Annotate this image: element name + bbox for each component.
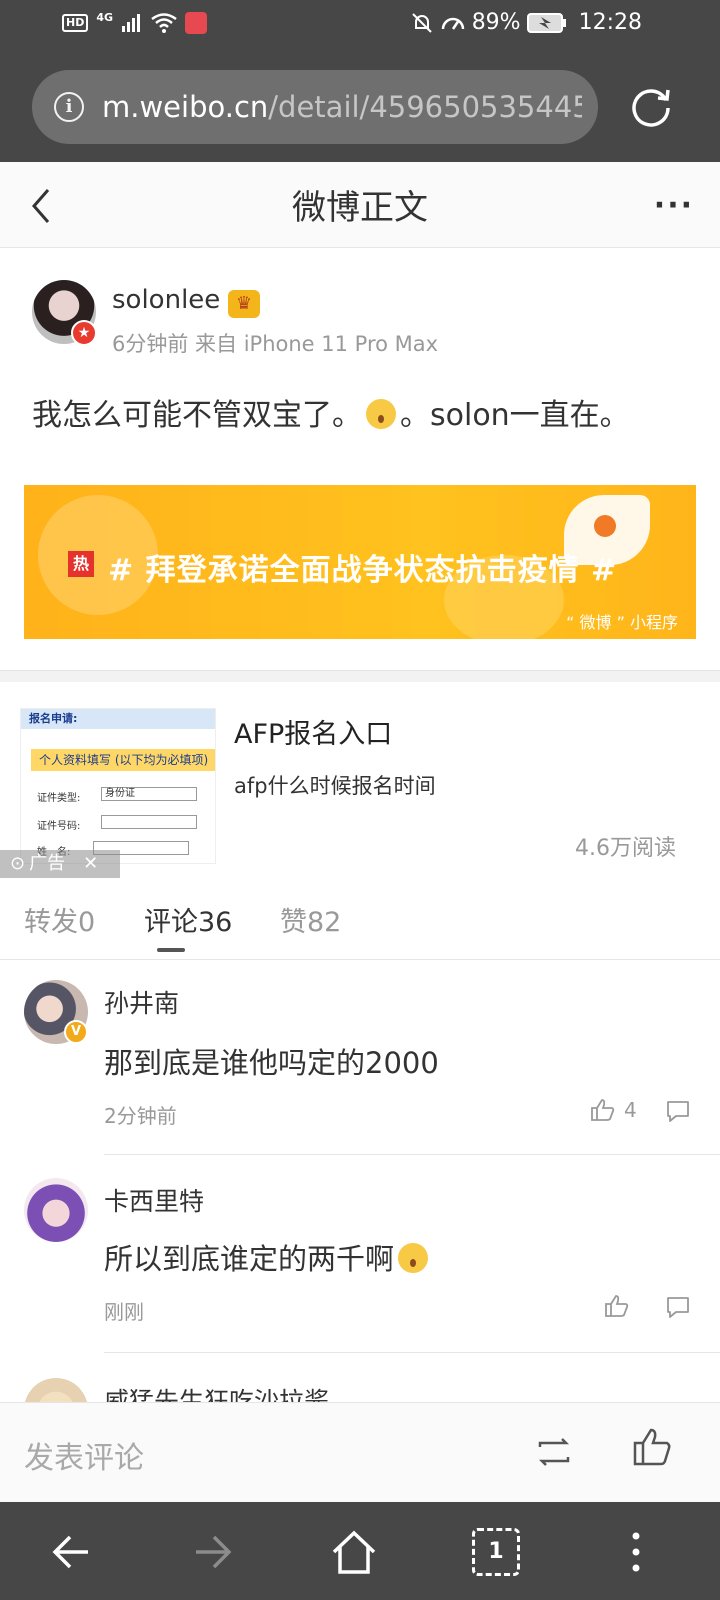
comment-time: 2分钟前 <box>104 1104 177 1128</box>
banner-source: “ 微博 ” 小程序 <box>566 613 678 632</box>
network-indicator: 4G <box>96 10 114 24</box>
comment-separator <box>104 1154 720 1155</box>
thumb-section: 个人资料填写 (以下均为必填项) <box>31 749 215 771</box>
doubt-emoji-icon <box>366 399 396 429</box>
comment-text: 那到底是谁他吗定的2000 <box>104 1046 439 1080</box>
hot-topic-banner[interactable]: 热 # 拜登承诺全面战争状态抗击疫情 # “ 微博 ” 小程序 <box>24 485 696 639</box>
home-icon[interactable] <box>330 1528 378 1576</box>
reload-icon[interactable] <box>628 82 674 128</box>
banner-topic: # 拜登承诺全面战争状态抗击疫情 # <box>108 553 618 588</box>
doubt-emoji-icon <box>398 1243 429 1273</box>
hd-indicator: HD <box>62 14 89 32</box>
commenter-name[interactable]: 威猛先生狂吃沙拉酱 <box>104 1382 329 1402</box>
post-tabs: 转发0 评论36 赞82 <box>0 880 720 960</box>
comment-composer: 发表评论 <box>0 1402 720 1502</box>
section-divider <box>0 670 720 682</box>
thumb-row-label: 证件类型: <box>37 793 81 804</box>
tab-comments[interactable]: 评论36 <box>144 900 232 939</box>
thumbs-up-icon[interactable] <box>632 1427 672 1467</box>
url-host: m.weibo.cn <box>102 90 269 124</box>
status-left: HD 4G <box>62 10 208 34</box>
wifi-icon <box>151 13 177 33</box>
ad-title[interactable]: AFP报名入口 <box>234 712 392 751</box>
page-title: 微博正文 <box>292 188 428 228</box>
comment-peek: 威猛先生狂吃沙拉酱 <box>0 1360 720 1402</box>
status-bar: HD 4G 89% 12:28 <box>0 0 720 52</box>
tab-reposts[interactable]: 转发0 <box>24 900 95 939</box>
browser-toolbar: i m.weibo.cn/detail/459650535445 <box>0 52 720 162</box>
ad-icon: ⊙ <box>10 853 26 874</box>
comment-text: 所以到底谁定的两千啊 <box>104 1236 432 1278</box>
commenter-name[interactable]: 卡西里特 <box>104 1182 204 1218</box>
ad-read-count: 4.6万阅读 <box>575 836 676 861</box>
signal-icon <box>122 14 141 32</box>
tab-active-indicator <box>157 948 185 952</box>
ad-label-text: 广告 <box>29 853 66 874</box>
battery-charging-icon <box>526 12 566 33</box>
back-icon[interactable] <box>48 1528 96 1576</box>
verified-v-icon: V <box>64 1020 88 1044</box>
comment-time: 刚刚 <box>104 1300 144 1324</box>
commenter-name[interactable]: 孙井南 <box>104 984 179 1020</box>
mute-bell-icon <box>411 12 432 33</box>
url-path: /detail/459650535445 <box>268 90 582 124</box>
thumbs-up-icon <box>591 1099 615 1121</box>
thumb-field: 身份证 <box>101 787 197 801</box>
like-count: 4 <box>624 1098 637 1122</box>
post-text-part2: 。solon一直在。 <box>400 398 630 433</box>
commenter-avatar[interactable] <box>24 1378 88 1402</box>
reply-bubble-icon[interactable] <box>664 1098 692 1124</box>
thumb-field <box>101 815 197 829</box>
thumbs-up-icon[interactable] <box>604 1294 630 1318</box>
vip-crown-icon[interactable]: ♛ <box>228 290 260 318</box>
clock: 12:28 <box>578 10 642 35</box>
close-icon[interactable]: ✕ <box>83 850 98 878</box>
page-header: 微博正文 ··· <box>0 162 720 248</box>
commenter-avatar[interactable] <box>24 1178 88 1242</box>
forward-icon[interactable] <box>188 1528 236 1576</box>
post-text: 我怎么可能不管双宝了。 。solon一直在。 <box>32 390 630 434</box>
hot-tag: 热 <box>68 551 94 577</box>
tab-likes[interactable]: 赞82 <box>280 900 341 939</box>
ad-label[interactable]: ⊙ 广告 ✕ <box>0 850 120 878</box>
repost-icon[interactable] <box>534 1435 574 1469</box>
reader-app-icon <box>185 12 208 34</box>
comment-separator <box>104 1352 720 1353</box>
info-icon[interactable]: i <box>54 92 84 122</box>
comment-like-button[interactable]: 4 <box>590 1098 637 1122</box>
browser-nav-bar: 1 <box>0 1502 720 1600</box>
ad-description: afp什么时候报名时间 <box>234 774 436 798</box>
tabs-button[interactable]: 1 <box>472 1528 520 1576</box>
ad-thumbnail[interactable]: 报名申请: 个人资料填写 (以下均为必填项) 证件类型: 身份证 证件号码: 姓… <box>20 708 216 864</box>
speedometer-icon <box>441 17 464 30</box>
menu-dots-icon[interactable] <box>612 1528 660 1576</box>
post-meta: 6分钟前 来自 iPhone 11 Pro Max <box>112 332 439 356</box>
address-bar[interactable]: i m.weibo.cn/detail/459650535445 <box>32 70 598 144</box>
reply-bubble-icon[interactable] <box>664 1294 692 1320</box>
url-text[interactable]: m.weibo.cn/detail/459650535445 <box>102 90 582 124</box>
thumb-row-label: 证件号码: <box>37 821 81 832</box>
more-menu-button[interactable]: ··· <box>654 188 694 223</box>
comment-input[interactable]: 发表评论 <box>24 1433 144 1477</box>
status-right: 89% 12:28 <box>410 10 642 35</box>
author-name[interactable]: solonlee <box>112 285 220 315</box>
rocket-window <box>594 515 616 537</box>
comment-text-content: 所以到底谁定的两千啊 <box>104 1242 395 1276</box>
verified-badge-icon: ★ <box>71 320 97 346</box>
thumb-header: 报名申请: <box>21 709 215 729</box>
battery-percent: 89% <box>471 10 521 35</box>
post-text-part1: 我怎么可能不管双宝了。 <box>32 398 362 433</box>
